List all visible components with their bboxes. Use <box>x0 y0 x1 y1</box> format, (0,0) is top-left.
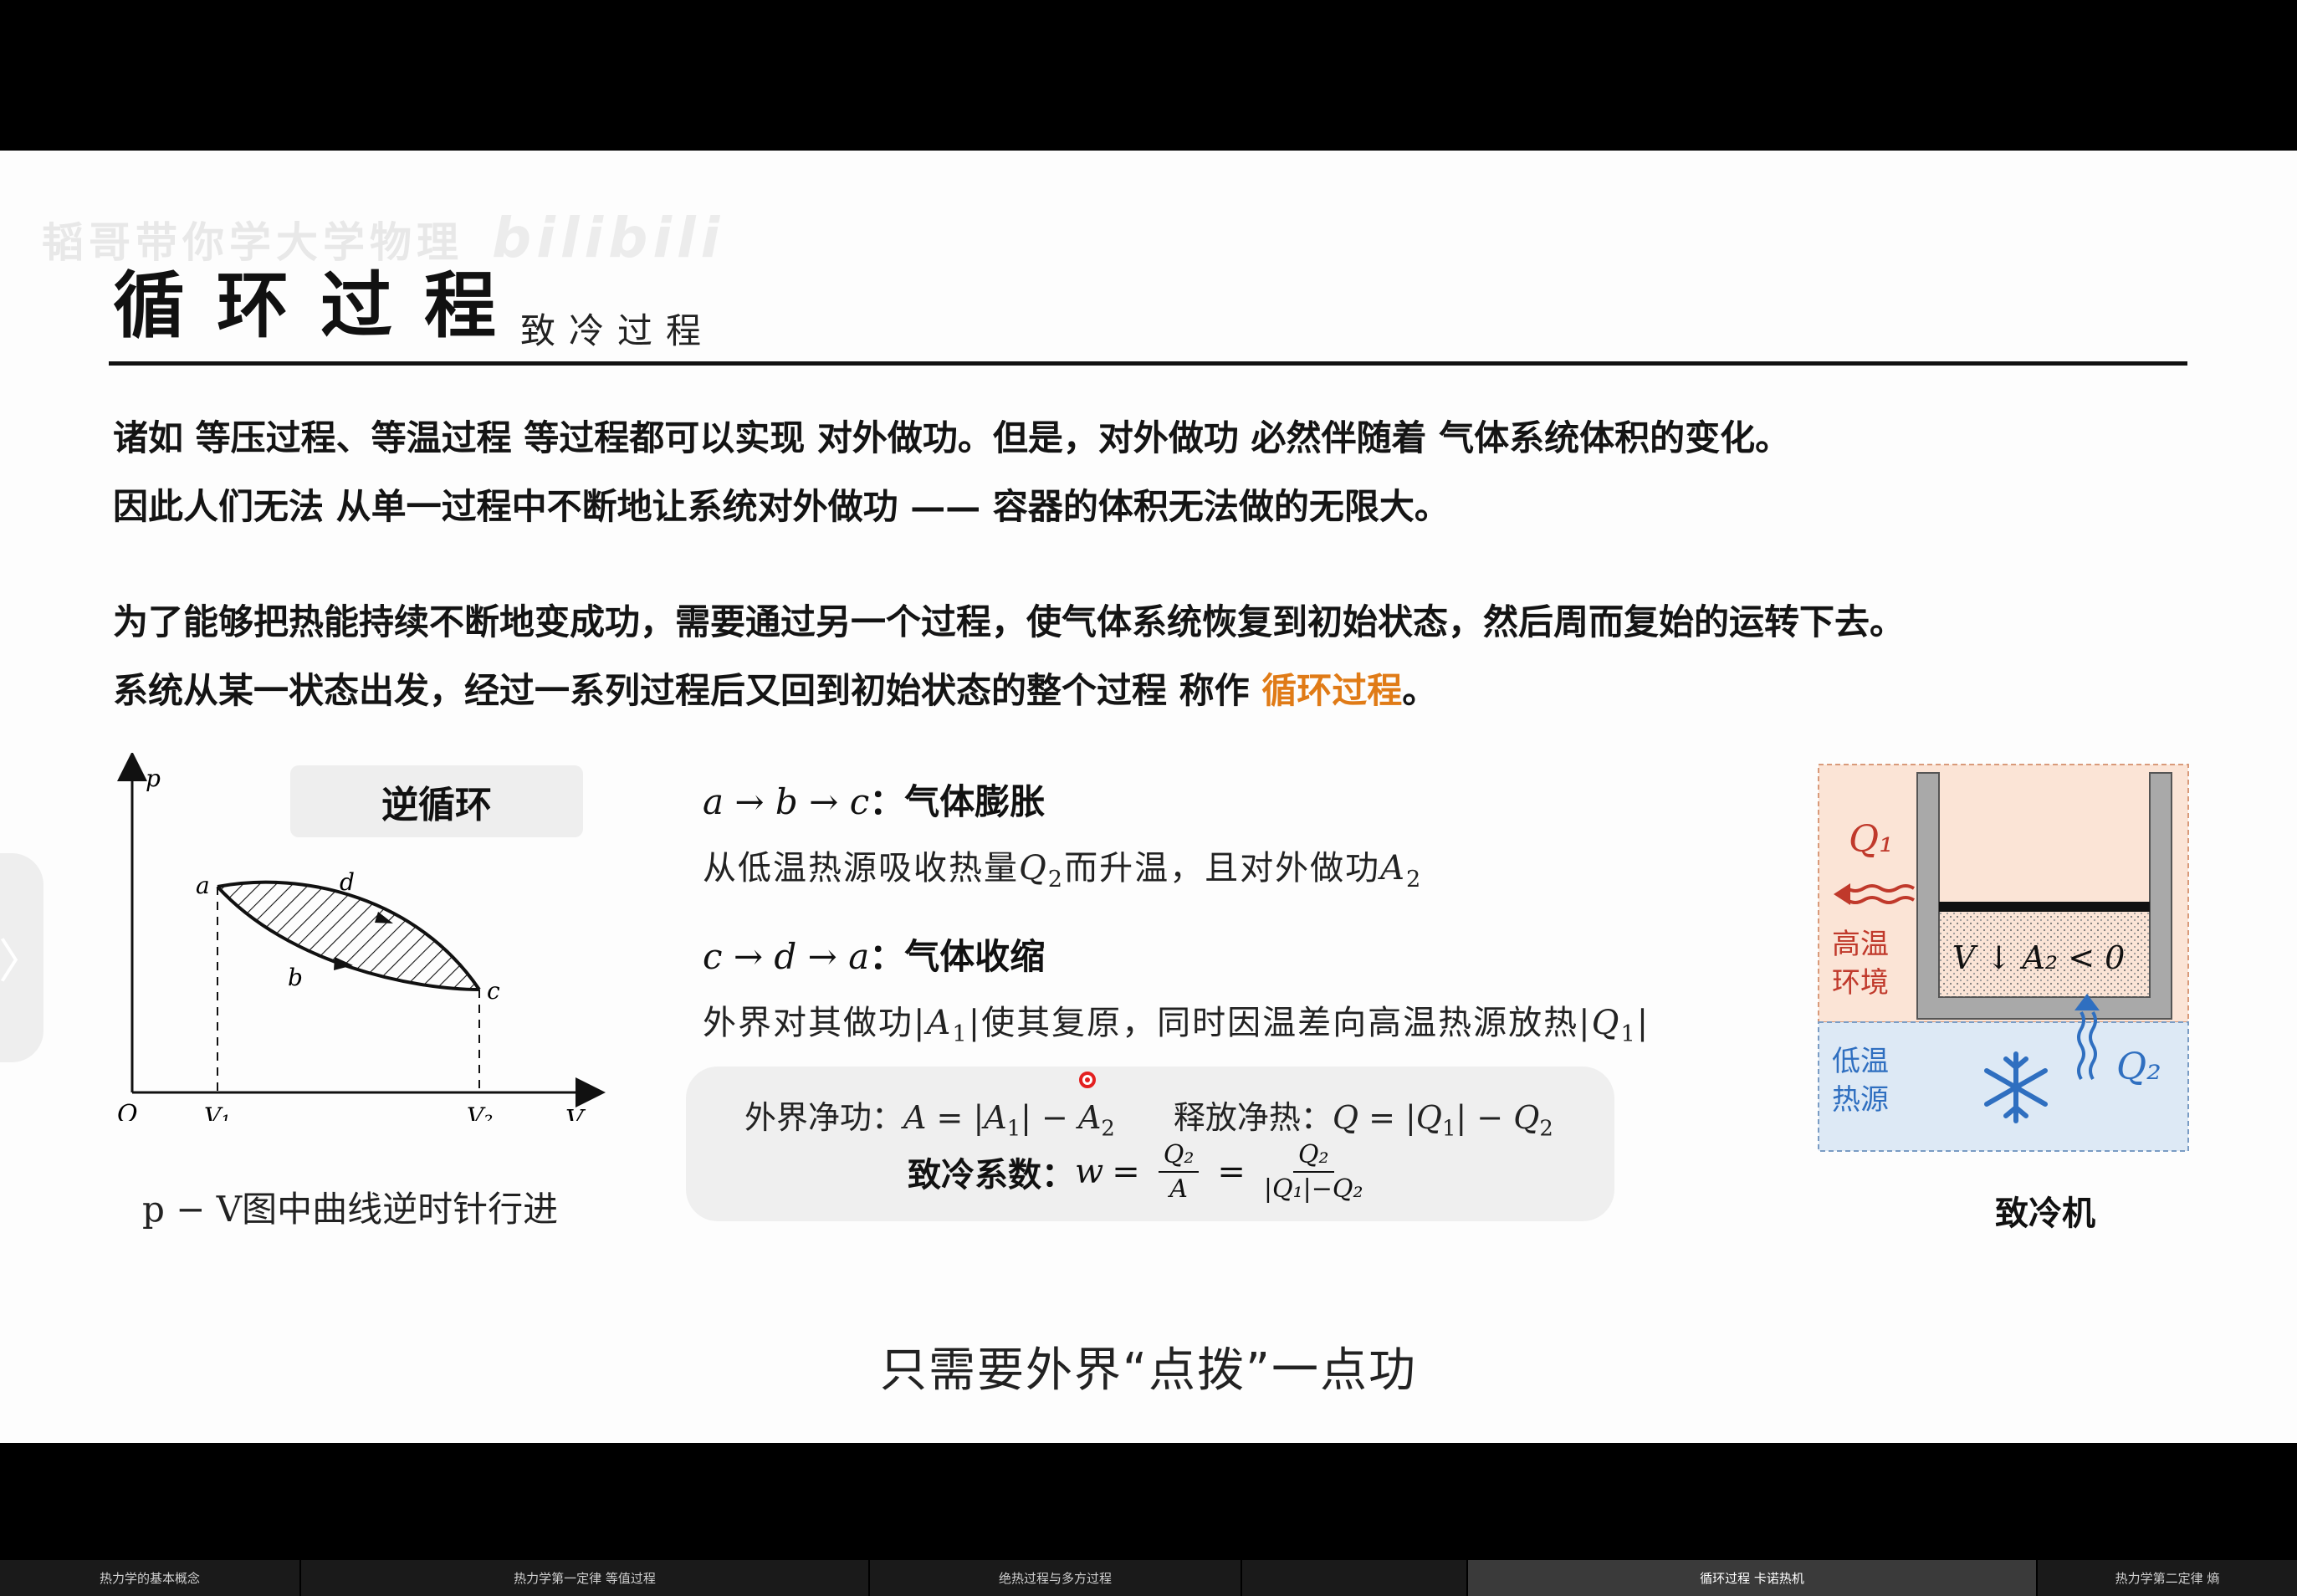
cop-frac2-num: Q₂ <box>1292 1140 1334 1173</box>
cycle-region <box>217 882 479 990</box>
laser-pointer <box>1079 1072 1096 1088</box>
paragraph-4-prefix: 系统从某一状态出发，经过一系列过程后又回到初始状态的整个过程 称作 <box>113 670 1262 711</box>
net-work-expr-b: | − A <box>1021 1099 1102 1136</box>
process1-heading: a → b → c：气体膨胀 <box>703 774 1045 825</box>
hot-line-1: 高温 <box>1832 928 1889 961</box>
process1-q: Q <box>1019 849 1048 888</box>
chapter-first-law[interactable]: 热力学第一定律 等值过程 <box>301 1560 870 1596</box>
v-axis-label: V <box>565 1105 586 1121</box>
process2-m2: |Q <box>1578 1004 1621 1042</box>
process1-path: a → b → c <box>703 781 870 822</box>
paragraph-4-suffix: 。 <box>1402 670 1438 711</box>
slide-title: 循环过程 <box>113 263 528 348</box>
process2-description: 外界对其做功|A1|使其复原，同时因温差向高温热源放热|Q1| <box>703 995 1650 1047</box>
point-a-label: a <box>196 872 210 899</box>
process2-colon: ： <box>869 936 905 977</box>
net-heat-expr-a: Q = |Q <box>1332 1099 1442 1136</box>
process2-desc-a: 外界对其做功 <box>703 1004 913 1042</box>
net-heat-label: 释放净热： <box>1173 1099 1333 1136</box>
net-heat-sub1: 1 <box>1441 1116 1456 1142</box>
process2-label: 气体收缩 <box>904 936 1046 977</box>
process2-heading: c → d → a：气体收缩 <box>703 928 1045 980</box>
gas-label: V ↓ A₂ < 0 <box>1952 939 2125 976</box>
point-b-label: b <box>288 964 303 991</box>
process2-m2-end: | <box>1636 1004 1650 1042</box>
process1-label: 气体膨胀 <box>904 781 1046 822</box>
paragraph-3: 为了能够把热能持续不断地变成功，需要通过另一个过程，使气体系统恢复到初始状态，然… <box>113 601 1906 642</box>
point-c-label: c <box>487 977 500 1005</box>
v1-label: V₁ <box>204 1102 230 1121</box>
origin-label: O <box>117 1100 138 1121</box>
q1-label: Q₁ <box>1849 818 1894 861</box>
refrigerator-diagram: V ↓ A₂ < 0 Q₁ 高温 环境 低温 热源 Q₂ <box>1818 764 2189 1152</box>
side-nav-arrow[interactable]: 〉 <box>0 853 45 1062</box>
cycle-process-highlight: 循环过程 <box>1261 670 1403 711</box>
slide: 韬哥带你学大学物理 bilibili 循环过程 致冷过程 诸如 等压过程、等温过程… <box>0 151 2297 1443</box>
p-axis-label: p <box>146 765 161 792</box>
chapter-bar: 热力学的基本概念 热力学第一定律 等值过程 绝热过程与多方过程 循环过程 卡诺热… <box>0 1560 2297 1596</box>
process2-m2-sub: 1 <box>1620 1021 1637 1047</box>
video-subtitle: 只需要外界“点拨”一点功 <box>879 1343 1418 1398</box>
cop-frac1-den: A <box>1169 1174 1188 1204</box>
net-work-expr-a: A = |A <box>903 1099 1007 1136</box>
chevron-right-icon: 〉 <box>0 934 45 990</box>
chapter-basic-concepts[interactable]: 热力学的基本概念 <box>0 1560 301 1596</box>
chapter-adiabatic[interactable]: 绝热过程与多方过程 <box>870 1560 1242 1596</box>
net-work-sub2: 2 <box>1101 1116 1115 1142</box>
process1-a2-sub: 2 <box>1406 867 1423 893</box>
formula-line-2: 致冷系数： w = Q₂ A = Q₂ |Q₁|−Q₂ <box>908 1140 1363 1204</box>
net-heat-sub2: 2 <box>1539 1116 1553 1142</box>
refrigerator-caption: 致冷机 <box>1995 1194 2095 1233</box>
process2-path: c → d → a <box>703 936 870 977</box>
net-work-label: 外界净功： <box>744 1099 904 1136</box>
title-divider <box>109 361 2187 366</box>
piston <box>1939 902 2150 912</box>
net-work-sub1: 1 <box>1006 1116 1021 1142</box>
process2-m1: |A <box>913 1004 953 1042</box>
v2-label: V₂ <box>467 1102 493 1121</box>
cop-symbol: w <box>1075 1153 1104 1191</box>
cop-label: 致冷系数： <box>908 1156 1075 1194</box>
chapter-gap <box>1242 1560 1468 1596</box>
reverse-cycle-badge: 逆循环 <box>290 765 583 837</box>
cop-frac1-num: Q₂ <box>1158 1140 1200 1173</box>
q2-label: Q₂ <box>2116 1046 2161 1088</box>
process2-desc-b: 使其复原，同时因温差向高温热源放热 <box>981 1004 1579 1042</box>
chapter-second-law[interactable]: 热力学第二定律 熵 <box>2038 1560 2297 1596</box>
cold-line-1: 低温 <box>1832 1045 1889 1078</box>
paragraph-1: 诸如 等压过程、等温过程 等过程都可以实现 对外做功。但是，对外做功 必然伴随着… <box>113 417 1791 458</box>
pv-caption: p − V图中曲线逆时针行进 <box>142 1189 559 1230</box>
point-d-label: d <box>340 868 355 896</box>
cop-fraction-2: Q₂ |Q₁|−Q₂ <box>1264 1140 1363 1204</box>
process1-description: 从低温热源吸收热量Q2而升温，且对外做功A2 <box>703 841 1422 893</box>
cold-line-2: 热源 <box>1832 1083 1889 1117</box>
formula-line-1: 外界净功：A = |A1| − A2 释放净热：Q = |Q1| − Q2 <box>744 1092 1553 1142</box>
slide-subtitle: 致冷过程 <box>520 310 715 351</box>
chapter-cycle-carnot[interactable]: 循环过程 卡诺热机 <box>1468 1560 2038 1596</box>
process2-m1-end: | <box>968 1004 982 1042</box>
process1-q-sub: 2 <box>1047 867 1065 893</box>
hot-line-2: 环境 <box>1832 966 1889 1000</box>
process1-desc-b: 而升温，且对外做功 <box>1064 849 1381 888</box>
process2-m1-sub: 1 <box>952 1021 969 1047</box>
net-heat-expr-b: | − Q <box>1455 1099 1540 1136</box>
cop-frac2-den: |Q₁|−Q₂ <box>1263 1174 1363 1204</box>
process1-a2: A <box>1380 849 1406 888</box>
paragraph-2: 因此人们无法 从单一过程中不断地让系统对外做功 —— 容器的体积无法做的无限大。 <box>113 486 1450 527</box>
cop-fraction-1: Q₂ A <box>1158 1140 1200 1204</box>
process1-colon: ： <box>869 781 905 822</box>
paragraph-4: 系统从某一状态出发，经过一系列过程后又回到初始状态的整个过程 称作 循环过程。 <box>113 662 1437 714</box>
process1-desc-a: 从低温热源吸收热量 <box>703 849 1019 888</box>
